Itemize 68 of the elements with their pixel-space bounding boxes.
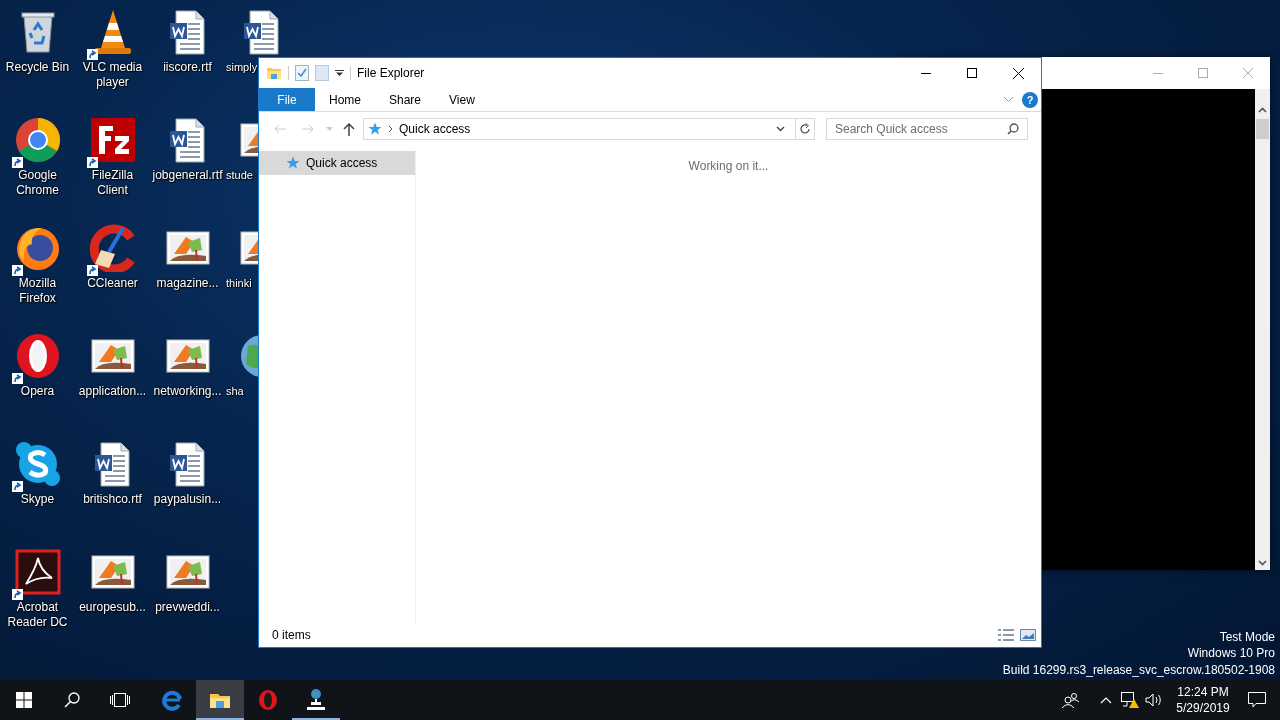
watermark-text: Windows 10 Pro: [1187, 645, 1275, 662]
caret-icon[interactable]: [335, 69, 344, 77]
task-view-icon[interactable]: [110, 693, 130, 707]
taskbar-app-button[interactable]: [196, 680, 244, 720]
people-icon[interactable]: [1062, 692, 1080, 708]
search-icon[interactable]: [64, 692, 80, 708]
cloud-icon[interactable]: [13, 440, 62, 488]
scrollbar-thumb[interactable]: [1256, 119, 1269, 139]
network-globe-icon[interactable]: [304, 688, 328, 712]
star-icon: [368, 122, 382, 136]
item-count: 0 items: [272, 628, 311, 642]
icon-label[interactable]: networking...: [153, 384, 222, 399]
ring-logo-icon[interactable]: [13, 116, 62, 164]
chevron-icon: [388, 125, 393, 133]
ribbon-tab[interactable]: Share: [375, 88, 436, 111]
properties-icon[interactable]: [295, 65, 309, 81]
search-icon[interactable]: [1007, 123, 1019, 135]
watermark-text: Test Mode: [1219, 628, 1275, 645]
icon-label[interactable]: FileZilla Client: [75, 168, 150, 198]
scroll-up-icon[interactable]: [1258, 107, 1267, 113]
speech-bubble-icon[interactable]: [1248, 692, 1266, 708]
icon-label[interactable]: iiscore.rtf: [163, 60, 212, 75]
icon-label[interactable]: VLC media player: [75, 60, 150, 90]
icon-label[interactable]: Skype: [20, 492, 55, 507]
edge-logo-icon[interactable]: [160, 688, 184, 712]
icon-label[interactable]: stude: [226, 168, 253, 183]
icon-label[interactable]: sha: [226, 384, 244, 399]
icon-label[interactable]: Opera: [20, 384, 55, 399]
large-icons-view-icon[interactable]: [1020, 629, 1036, 641]
window-title: File Explorer: [357, 66, 425, 80]
ribbon-tab[interactable]: View: [435, 88, 489, 111]
icon-label[interactable]: paypalusin...: [153, 492, 222, 507]
close-icon[interactable]: [1012, 67, 1024, 79]
ribbon-tab[interactable]: File: [259, 88, 315, 111]
maximize-icon[interactable]: [967, 68, 977, 78]
star-icon: [286, 156, 300, 170]
refresh-icon[interactable]: [799, 123, 811, 135]
icon-label[interactable]: application...: [78, 384, 147, 399]
icon-label[interactable]: simply: [226, 60, 258, 75]
scroll-down-icon[interactable]: [1258, 560, 1267, 566]
icon-label[interactable]: Acrobat Reader DC: [0, 600, 75, 630]
icon-label[interactable]: thinki: [226, 276, 252, 291]
icon-label[interactable]: jobgeneral.rtf: [152, 168, 223, 183]
icon-label[interactable]: CCleaner: [87, 276, 138, 291]
details-view-icon[interactable]: [998, 629, 1014, 641]
icon-label[interactable]: britishco.rtf: [83, 492, 142, 507]
volume-icon[interactable]: [1145, 693, 1163, 707]
icon-label[interactable]: Google Chrome: [0, 168, 75, 198]
tile-logo-icon[interactable]: [88, 116, 137, 164]
search-field[interactable]: Search Quick access: [826, 118, 1028, 140]
up-arrow-icon[interactable]: [343, 122, 355, 136]
status-message: Working on it...: [688, 159, 769, 175]
scrollbar[interactable]: [1255, 89, 1270, 570]
icon-label[interactable]: prevweddi...: [155, 600, 220, 615]
brush-icon[interactable]: [88, 224, 137, 272]
clock[interactable]: 12:24 PM 5/29/2019: [1172, 684, 1234, 716]
icon-label[interactable]: Mozilla Firefox: [0, 276, 75, 306]
network-warning-icon[interactable]: [1121, 691, 1139, 709]
help-button[interactable]: ?: [1022, 91, 1038, 108]
address-bar[interactable]: Quick access: [363, 118, 815, 140]
nav-item[interactable]: Quick access: [259, 151, 415, 175]
icon-label[interactable]: magazine...: [156, 276, 219, 291]
ribbon-tab[interactable]: Home: [315, 88, 375, 111]
watermark-text: Build 16299.rs3_release_svc_escrow.180502-1908: [1002, 661, 1275, 678]
icon-label[interactable]: Recycle Bin: [5, 60, 70, 75]
swirl-tile-icon[interactable]: [13, 548, 62, 596]
icon-label[interactable]: europesub...: [79, 600, 146, 615]
dropdown-icon[interactable]: [776, 126, 785, 132]
